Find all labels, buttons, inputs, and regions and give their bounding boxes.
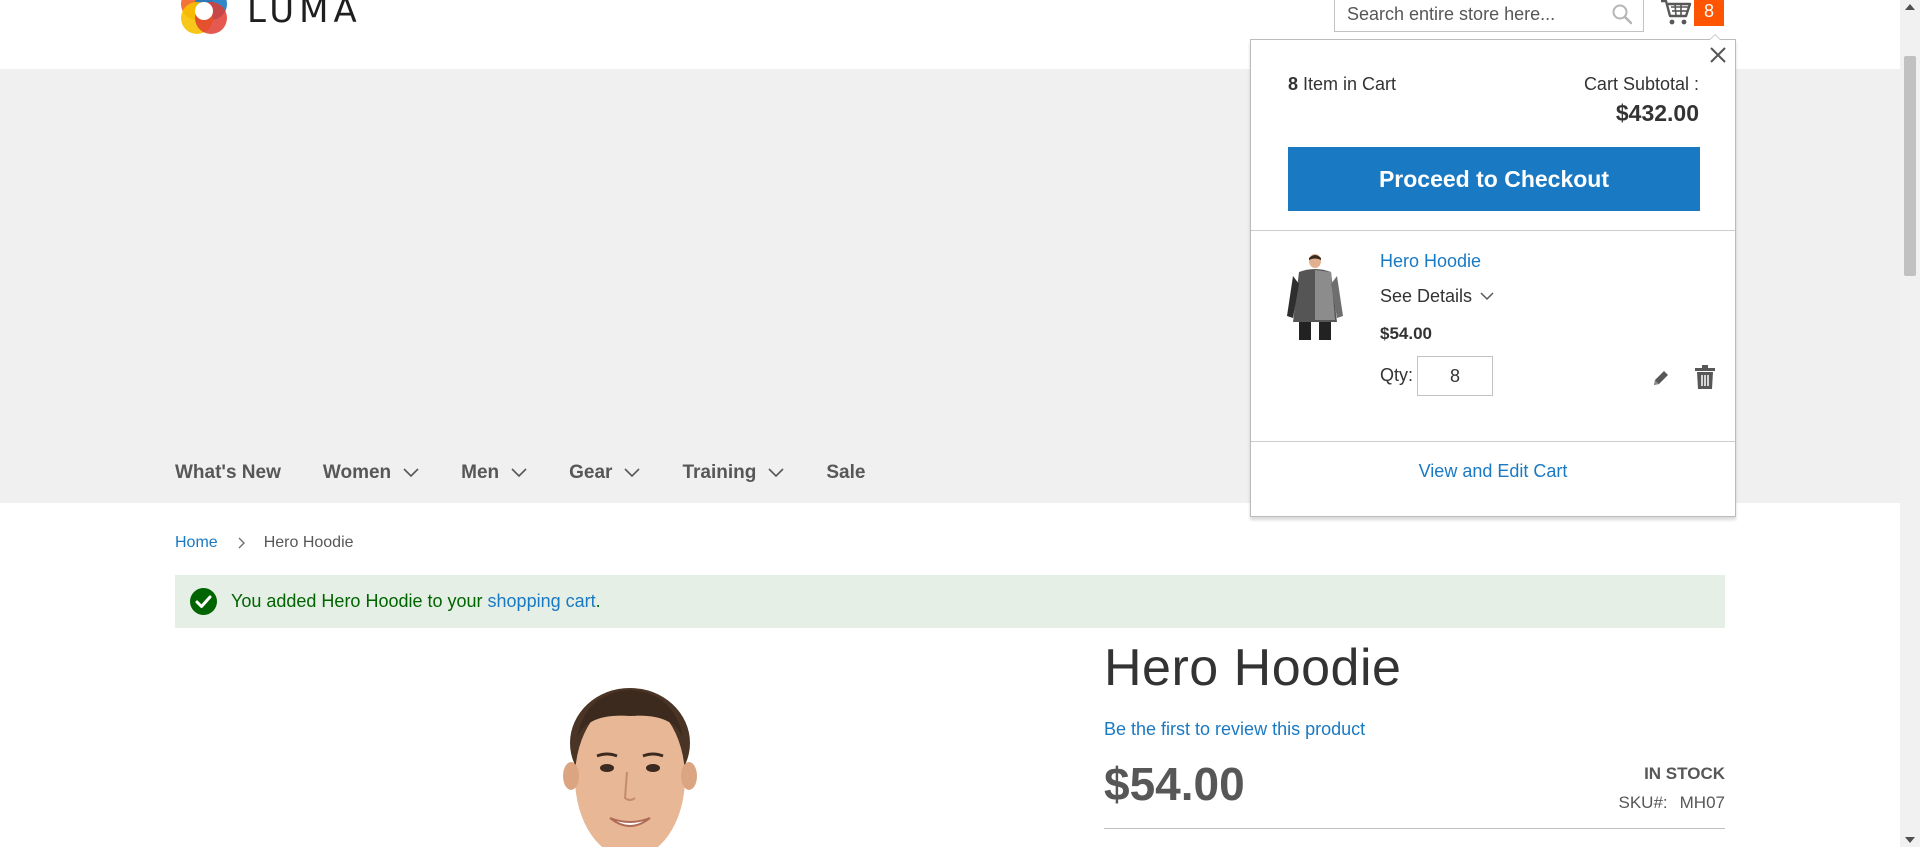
nav-item-gear[interactable]: Gear bbox=[569, 462, 641, 484]
minicart-item-price: $54.00 bbox=[1380, 324, 1432, 343]
minicart-item-image[interactable] bbox=[1285, 252, 1345, 344]
nav-item-label: Training bbox=[682, 462, 757, 483]
stock-status: IN STOCK bbox=[1644, 764, 1725, 783]
chevron-down-icon bbox=[624, 468, 641, 478]
product-price: $54.00 bbox=[1104, 758, 1245, 810]
search-input[interactable] bbox=[1335, 0, 1597, 31]
breadcrumb-home-link[interactable]: Home bbox=[175, 534, 218, 552]
luma-logo-icon bbox=[181, 0, 227, 34]
nav-item-men[interactable]: Men bbox=[461, 462, 527, 484]
shopping-cart-link[interactable]: shopping cart bbox=[488, 591, 596, 611]
proceed-to-checkout-button[interactable]: Proceed to Checkout bbox=[1288, 147, 1700, 211]
nav-item-training[interactable]: Training bbox=[682, 462, 784, 484]
subtotal-amount: $432.00 bbox=[1615, 100, 1699, 126]
scroll-down-arrow-icon[interactable] bbox=[1905, 837, 1915, 843]
breadcrumb-current: Hero Hoodie bbox=[263, 534, 354, 551]
minicart-dropdown: 8 Item in Cart Cart Subtotal : $432.00 P… bbox=[1250, 34, 1736, 517]
success-message: You added Hero Hoodie to your shopping c… bbox=[175, 575, 1725, 628]
main-navigation: What's New Women Men Gear Training Sale bbox=[175, 450, 907, 496]
minicart-toggle[interactable]: 8 bbox=[1660, 0, 1724, 26]
cart-icon bbox=[1661, 0, 1692, 25]
product-sku: SKU#: MH07 bbox=[1619, 793, 1726, 813]
nav-item-women[interactable]: Women bbox=[323, 462, 419, 484]
page-scrollbar[interactable] bbox=[1900, 0, 1920, 847]
divider bbox=[1251, 230, 1735, 231]
view-and-edit-cart-link[interactable]: View and Edit Cart bbox=[1251, 461, 1735, 482]
see-details-label: See Details bbox=[1380, 286, 1473, 306]
qty-label: Qty: bbox=[1380, 365, 1414, 385]
success-message-text: You added Hero Hoodie to your shopping c… bbox=[231, 591, 601, 612]
scrollbar-thumb[interactable] bbox=[1904, 56, 1916, 276]
trash-icon[interactable] bbox=[1694, 364, 1716, 390]
nav-item-sale[interactable]: Sale bbox=[826, 462, 865, 484]
chevron-down-icon bbox=[1480, 292, 1494, 301]
store-logo[interactable]: LUMA bbox=[175, 0, 362, 40]
logo-text: LUMA bbox=[247, 0, 362, 31]
nav-item-whats-new[interactable]: What's New bbox=[175, 462, 281, 484]
chevron-down-icon bbox=[403, 468, 419, 478]
subtotal-label: Cart Subtotal : bbox=[1583, 74, 1699, 94]
sku-value: MH07 bbox=[1679, 793, 1725, 812]
page: LUMA 8 What's New Women Men Gear Trainin… bbox=[0, 0, 1900, 847]
qty-input[interactable] bbox=[1417, 356, 1493, 396]
message-prefix: You added Hero Hoodie to your bbox=[231, 591, 488, 611]
pencil-icon[interactable] bbox=[1651, 368, 1671, 388]
minicart-count-label: Item in Cart bbox=[1298, 74, 1397, 94]
minicart-count-number: 8 bbox=[1288, 74, 1299, 94]
breadcrumb: Home Hero Hoodie bbox=[175, 534, 354, 552]
close-icon[interactable] bbox=[1707, 44, 1729, 66]
product-info-divider bbox=[1104, 828, 1725, 829]
search-icon[interactable] bbox=[1611, 3, 1633, 25]
chevron-down-icon bbox=[768, 468, 784, 478]
success-check-icon bbox=[190, 588, 217, 615]
nav-item-label: Sale bbox=[826, 462, 866, 483]
see-details-toggle[interactable]: See Details bbox=[1380, 286, 1494, 307]
nav-item-label: Women bbox=[322, 462, 392, 483]
minicart-item-name-link[interactable]: Hero Hoodie bbox=[1380, 251, 1481, 272]
add-review-link[interactable]: Be the first to review this product bbox=[1104, 719, 1365, 740]
search-box bbox=[1334, 0, 1644, 32]
divider bbox=[1251, 441, 1735, 442]
chevron-down-icon bbox=[511, 468, 527, 478]
nav-item-label: Gear bbox=[569, 462, 613, 483]
product-main-image[interactable] bbox=[555, 668, 705, 847]
product-title: Hero Hoodie bbox=[1104, 639, 1402, 697]
message-suffix: . bbox=[595, 591, 601, 611]
cart-count-badge: 8 bbox=[1694, 0, 1724, 26]
nav-item-label: Men bbox=[461, 462, 500, 483]
chevron-right-icon bbox=[238, 537, 245, 549]
sku-label: SKU#: bbox=[1618, 793, 1668, 812]
minicart-item-count: 8 Item in Cart bbox=[1288, 74, 1396, 95]
nav-item-label: What's New bbox=[175, 462, 281, 483]
scroll-up-arrow-icon[interactable] bbox=[1905, 4, 1915, 10]
